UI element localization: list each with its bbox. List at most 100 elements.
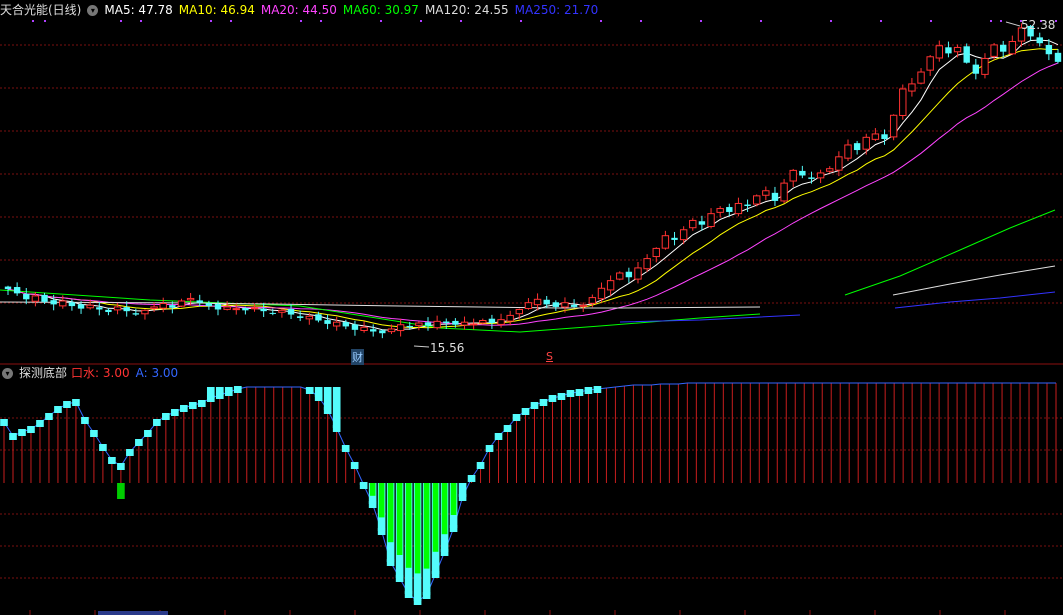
candle-body-up: [716, 208, 724, 213]
candle-body-down: [808, 177, 815, 179]
candle-body-up: [469, 323, 478, 326]
signal-dot: [420, 20, 422, 22]
indicator-step-block: [584, 387, 593, 394]
indicator-top-bar: [332, 387, 341, 428]
indicator-step-block: [117, 463, 125, 470]
candle-body-down: [324, 320, 331, 324]
candle-body-up: [223, 306, 231, 310]
indicator-step-block: [153, 419, 161, 426]
indicator-top-bar: [323, 387, 332, 410]
indicator-bottom-green-bar: [414, 483, 421, 574]
indicator-settings-toggle-icon[interactable]: ▾: [2, 367, 13, 379]
candle-body-up: [981, 57, 989, 75]
candle-body-up: [561, 302, 569, 308]
ma20-legend: MA20: 44.50: [260, 3, 337, 17]
indicator-step-block: [548, 395, 557, 402]
candle-body-up: [250, 307, 259, 310]
indicator-step-block: [575, 389, 584, 396]
candle-body-up: [415, 322, 423, 326]
candle-body-down: [744, 204, 751, 207]
ma250-legend: MA250: 21.70: [514, 3, 599, 17]
candle-body-down: [424, 322, 432, 326]
indicator-step-block: [90, 430, 98, 437]
candle-body-down: [23, 293, 30, 300]
signal-dot: [520, 20, 522, 22]
indicator-step-block: [180, 405, 188, 412]
candle-body-up: [588, 297, 597, 304]
candle-body-up: [789, 169, 797, 182]
candle-body-up: [387, 328, 396, 333]
candle-body-up: [707, 213, 715, 228]
candle-body-up: [479, 319, 487, 324]
ma60-line-segment-1: [0, 289, 761, 333]
candle-body-up: [186, 297, 195, 301]
chart-canvas[interactable]: [0, 0, 1063, 615]
chart-window: 天合光能(日线) ▾ MA5: 47.78 MA10: 46.94 MA20: …: [0, 0, 1063, 615]
candle-body-down: [972, 64, 980, 74]
candle-body-up: [113, 306, 122, 311]
indicator-step-block: [566, 390, 575, 397]
candle-body-down: [296, 316, 304, 318]
candle-body-up: [679, 229, 688, 241]
signal-dot: [880, 20, 882, 22]
candle-body-down: [41, 294, 48, 302]
candle-body-up: [652, 247, 660, 258]
candle-body-down: [260, 308, 267, 312]
indicator-step-block: [512, 414, 521, 421]
candle-body-up: [862, 136, 870, 150]
candle-body-up: [926, 56, 934, 71]
main-settings-toggle-icon[interactable]: ▾: [87, 4, 99, 16]
signal-dot: [32, 20, 34, 22]
candle-body-down: [726, 207, 733, 212]
signal-dot: [44, 20, 46, 22]
indicator-step-block: [171, 409, 179, 416]
signal-dot: [640, 20, 642, 22]
candle-body-up: [533, 298, 542, 306]
price-low-label: 15.56: [430, 341, 465, 355]
candle-body-up: [396, 324, 405, 332]
stock-title: 天合光能(日线): [0, 3, 82, 17]
indicator-step-block: [557, 393, 566, 400]
candle-body-down: [443, 321, 450, 324]
candle-body-down: [1036, 37, 1043, 44]
candle-body-up: [643, 258, 651, 270]
indicator-step-block: [476, 462, 485, 469]
candle-body-up: [305, 315, 314, 320]
ma5-line: [7, 39, 1059, 331]
candle-body-down: [1045, 44, 1053, 55]
candle-body-down: [205, 303, 213, 307]
split-marker[interactable]: S: [546, 350, 553, 363]
candle-body-down: [853, 143, 861, 151]
indicator-step-block: [9, 433, 17, 440]
candle-body-down: [96, 307, 103, 310]
signal-dot: [830, 20, 832, 22]
signal-dot: [930, 20, 932, 22]
candle-body-up: [515, 308, 524, 315]
indicator-bottom-green-bar: [378, 483, 385, 518]
candle-body-up: [616, 272, 624, 280]
candle-body-up: [917, 71, 925, 84]
candle-body-up: [86, 304, 94, 309]
candle-body-down: [488, 318, 496, 324]
candle-body-up: [889, 114, 898, 138]
candle-body-up: [278, 309, 286, 313]
indicator-step-block: [45, 413, 53, 420]
candle-body-down: [77, 304, 85, 309]
indicator-step-block: [503, 425, 512, 432]
indicator-step-block: [36, 420, 44, 427]
candle-body-up: [177, 300, 186, 307]
candle-body-down: [799, 170, 806, 176]
candle-body-up: [844, 144, 852, 159]
candle-body-down: [963, 46, 970, 63]
candle-body-down: [132, 313, 140, 315]
indicator-step-block: [188, 402, 197, 409]
indicator-bottom-green-bar: [387, 483, 394, 543]
kou-shui-legend: 口水: 3.00: [71, 366, 130, 380]
candle-body-down: [105, 309, 112, 313]
candle-body-up: [734, 202, 743, 215]
financial-report-marker[interactable]: 财: [351, 349, 364, 365]
high-pointer: [1005, 21, 1021, 27]
signal-dot: [210, 20, 212, 22]
candle-body-up: [661, 235, 670, 249]
signal-dot: [380, 20, 382, 22]
